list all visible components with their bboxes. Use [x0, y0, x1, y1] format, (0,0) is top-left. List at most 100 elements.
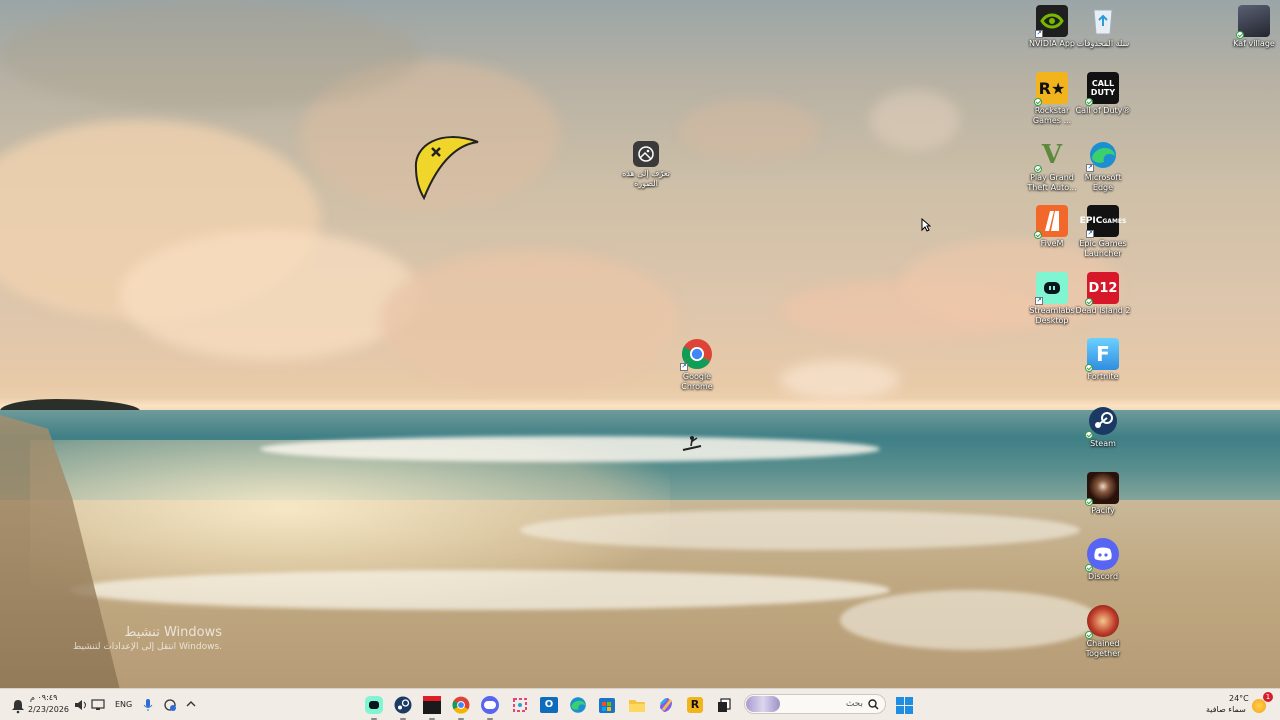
epic-games-icon: EPIC GAMES ↗ [1080, 205, 1126, 238]
notification-settings-icon[interactable] [10, 698, 26, 714]
edge-icon [570, 697, 586, 713]
network-icon[interactable] [91, 699, 105, 711]
taskbar-app-copilot[interactable] [656, 695, 676, 715]
desktop-icon-discord[interactable]: Discord [1074, 538, 1132, 582]
taskbar-app-edge[interactable] [568, 695, 588, 715]
taskbar-app-rockstar[interactable]: R [685, 695, 705, 715]
fivem-icon [1034, 205, 1068, 239]
location-privacy-icon[interactable] [163, 698, 177, 712]
language-indicator[interactable]: ENG [115, 700, 132, 709]
desktop-icon-nvidia[interactable]: ↗ NVIDIA App [1023, 5, 1081, 49]
desktop-icon-recycle-bin[interactable]: سلة المحذوفات [1074, 5, 1132, 49]
wave-foam [260, 436, 880, 462]
weather-temperature[interactable]: 24°C [1229, 694, 1249, 703]
wallpaper-cloud [120, 230, 420, 360]
shortcut-arrow-icon: ↗ [1086, 230, 1094, 238]
weather-description[interactable]: سماء صافية [1206, 705, 1246, 714]
desktop-icon-fortnite[interactable]: F Fortnite [1074, 338, 1132, 382]
desktop-icon-label: Fortnite [1087, 372, 1119, 381]
desktop-icon-edge[interactable]: ↗ Microsoft Edge [1074, 139, 1132, 193]
taskbar-app-chrome[interactable] [451, 695, 471, 720]
task-view-icon [718, 698, 731, 712]
taskbar-app-microsoft-store[interactable] [597, 695, 617, 715]
discord-icon [1085, 538, 1119, 572]
chrome-icon [452, 696, 470, 714]
taskbar-search-box[interactable]: بحث [744, 694, 886, 714]
desktop-icon-label: Discord [1087, 572, 1119, 581]
copilot-icon [660, 698, 673, 712]
taskbar-app-voicemod[interactable] [422, 695, 442, 720]
desktop-icon-learn-about-picture[interactable]: تعرّف إلى هذه الصورة [617, 141, 675, 189]
rockstar-icon: R [687, 697, 703, 713]
desktop-icon-label: Rockstar Games ... [1032, 106, 1072, 125]
desktop-icon-fivem[interactable]: FiveM [1023, 205, 1081, 249]
sync-check-icon [1034, 231, 1042, 239]
desktop-icon-gta[interactable]: V Play Grand Theft Auto... [1023, 139, 1081, 193]
nvidia-icon: ↗ [1035, 5, 1068, 38]
wallpaper-cloud [380, 250, 680, 390]
desktop-icon-label: Play Grand Theft Auto... [1027, 173, 1077, 192]
discord-icon [481, 696, 499, 714]
desktop-icon-label: Dead Island 2 [1075, 306, 1131, 315]
microphone-icon[interactable] [143, 698, 153, 712]
sync-check-icon [1236, 31, 1244, 39]
sync-check-icon [1034, 98, 1042, 106]
desktop-icon-google-chrome[interactable]: ↗ Google Chrome [668, 338, 726, 392]
desktop-icon-pacify[interactable]: Pacify [1074, 472, 1132, 516]
outlook-icon: O [540, 697, 558, 713]
voicemod-icon [423, 696, 441, 714]
taskbar-app-file-explorer[interactable] [627, 695, 647, 715]
desktop-icon-label: Kaf village [1233, 39, 1275, 48]
desktop-icon-label: سلة المحذوفات [1076, 39, 1130, 48]
streamlabs-icon [365, 696, 383, 714]
sun-icon [1252, 699, 1266, 713]
kite [414, 136, 479, 200]
shortcut-arrow-icon: ↗ [1035, 297, 1043, 305]
sync-check-icon [1085, 631, 1093, 639]
start-button[interactable] [894, 695, 914, 715]
volume-icon[interactable] [74, 699, 88, 711]
dead-island-icon: D12 [1085, 272, 1119, 306]
activate-windows-watermark: تنشيط Windows انتقل إلى الإعدادات لتنشيط… [40, 625, 222, 652]
desktop-icon-kaf-village[interactable]: Kaf village [1225, 5, 1280, 49]
search-icon [868, 699, 879, 710]
taskbar-app-snipping-tool[interactable] [510, 695, 530, 715]
shortcut-arrow-icon: ↗ [680, 363, 688, 371]
sync-check-icon [1085, 564, 1093, 572]
desktop-icon-steam[interactable]: Steam [1074, 405, 1132, 449]
taskbar-app-steam[interactable] [393, 695, 413, 720]
taskbar-app-discord[interactable] [480, 695, 500, 720]
desktop-icon-rockstar[interactable]: R★ Rockstar Games ... [1023, 72, 1081, 126]
streamlabs-icon: ↗ [1035, 272, 1068, 305]
desktop-icon-dead-island-2[interactable]: D12 Dead Island 2 [1074, 272, 1132, 316]
desktop-icon-label: تعرّف إلى هذه الصورة [622, 169, 670, 188]
sync-check-icon [1085, 498, 1093, 506]
desktop-icon-chained-together[interactable]: Chained Together [1074, 605, 1132, 659]
wallpaper-cloud [680, 100, 820, 160]
search-placeholder: بحث [845, 699, 863, 709]
recycle-bin-icon [1087, 5, 1119, 37]
desktop-icon-epic-games[interactable]: EPIC GAMES ↗ Epic Games Launcher [1074, 205, 1132, 259]
taskbar-task-view[interactable] [714, 695, 734, 715]
desktop-icon-label: Call of Duty® [1075, 106, 1131, 115]
sync-check-icon [1085, 98, 1093, 106]
sync-check-icon [1085, 431, 1093, 439]
clock-time[interactable]: ٠٩:٤٩ م [30, 693, 57, 702]
mouse-cursor-icon [921, 218, 931, 232]
desktop-icon-label: Chained Together [1085, 639, 1121, 658]
chrome-icon: ↗ [680, 338, 713, 371]
taskbar-app-streamlabs[interactable] [364, 695, 384, 720]
weather-widget-button[interactable]: 1 [1250, 692, 1273, 715]
desktop-icon-label: Streamlabs Desktop [1029, 306, 1075, 325]
show-hidden-icons-chevron-icon[interactable] [185, 699, 197, 709]
desktop-icon-streamlabs[interactable]: ↗ Streamlabs Desktop [1023, 272, 1081, 326]
desktop-icon-label: NVIDIA App [1029, 39, 1075, 48]
notification-badge: 1 [1263, 692, 1273, 702]
desktop-icon-label: FiveM [1040, 239, 1064, 248]
call-of-duty-icon: CALL DUTY [1085, 72, 1119, 106]
desktop-icon-call-of-duty[interactable]: CALL DUTY Call of Duty® [1074, 72, 1132, 116]
wallpaper-cloud [0, 0, 420, 110]
taskbar-app-outlook[interactable]: O [539, 695, 559, 715]
clock-date[interactable]: 2/23/2026 [28, 705, 69, 714]
edge-icon: ↗ [1086, 139, 1119, 172]
